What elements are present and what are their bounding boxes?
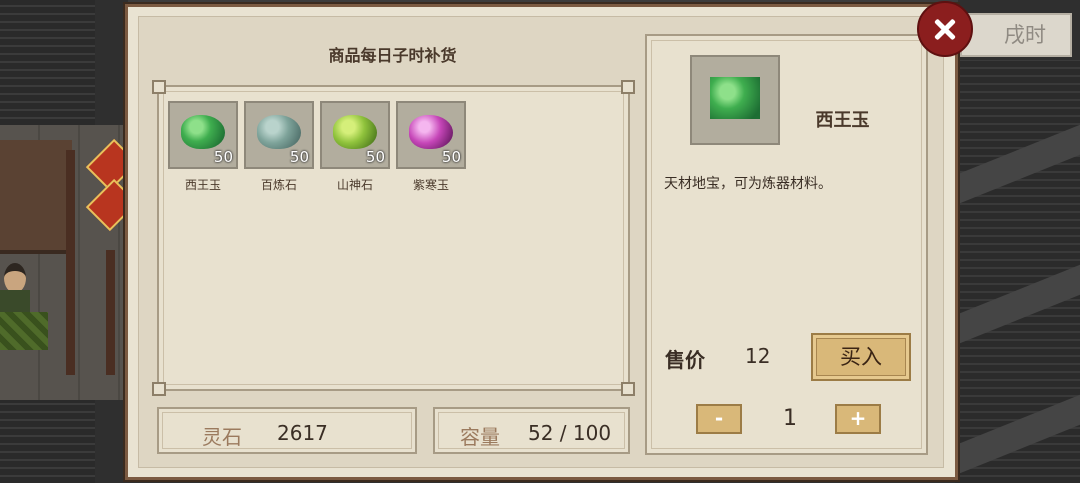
capacity-box: 容量 52 / 100 [433, 407, 630, 454]
purchase-quantity: 1 [783, 406, 797, 431]
frame-corner [621, 80, 635, 94]
spirit-stone-value: 2617 [277, 421, 328, 445]
item-name: 山神石 [336, 178, 373, 192]
item-quantity: 50 [213, 148, 233, 166]
spirit-stone-box: 灵石 2617 [157, 407, 417, 454]
crop-field [0, 312, 48, 350]
buy-button[interactable]: 买入 [811, 333, 911, 381]
frame-corner [152, 382, 166, 396]
frame-corner [621, 382, 635, 396]
shop-item-slot[interactable]: 50 [396, 101, 466, 169]
shop-item-slot[interactable]: 50 [244, 101, 314, 169]
increase-quantity-button[interactable]: + [835, 404, 881, 434]
wooden-post [106, 250, 115, 375]
detail-item-icon-frame [690, 55, 780, 145]
npc-head [4, 263, 26, 293]
grey-stone-icon [257, 115, 301, 149]
shop-restock-title: 商品每日子时补货 [328, 46, 457, 65]
item-name: 百炼石 [260, 178, 297, 192]
wooden-post [66, 150, 75, 375]
spirit-stone-label: 灵石 [202, 425, 242, 449]
capacity-label: 容量 [460, 425, 500, 449]
lime-ore-icon [333, 115, 377, 149]
item-quantity: 50 [441, 148, 461, 166]
roof-tiles-left-top [0, 0, 95, 125]
decrease-quantity-button[interactable]: - [696, 404, 742, 434]
shop-awning [0, 140, 72, 254]
price-label: 售价 [665, 348, 705, 372]
shop-item-slot[interactable]: 50 [320, 101, 390, 169]
roof-tiles-left-bottom [0, 400, 95, 483]
shop-item-slot[interactable]: 50 [168, 101, 238, 169]
item-detail-panel [645, 34, 928, 455]
capacity-value: 52 / 100 [528, 421, 612, 445]
close-icon[interactable] [917, 1, 973, 57]
item-quantity: 50 [289, 148, 309, 166]
purple-jade-icon [409, 115, 453, 149]
item-quantity: 50 [365, 148, 385, 166]
detail-item-name: 西王玉 [815, 110, 870, 131]
item-name: 西王玉 [184, 178, 221, 192]
item-name: 紫寒玉 [412, 178, 449, 192]
frame-corner [152, 80, 166, 94]
game-time-badge: 戌时 [960, 13, 1072, 57]
green-jade-gem-icon [181, 115, 225, 149]
price-value: 12 [745, 344, 771, 368]
detail-item-description: 天材地宝，可为炼器材料。 [664, 176, 832, 192]
green-jade-gem-icon [710, 77, 760, 119]
